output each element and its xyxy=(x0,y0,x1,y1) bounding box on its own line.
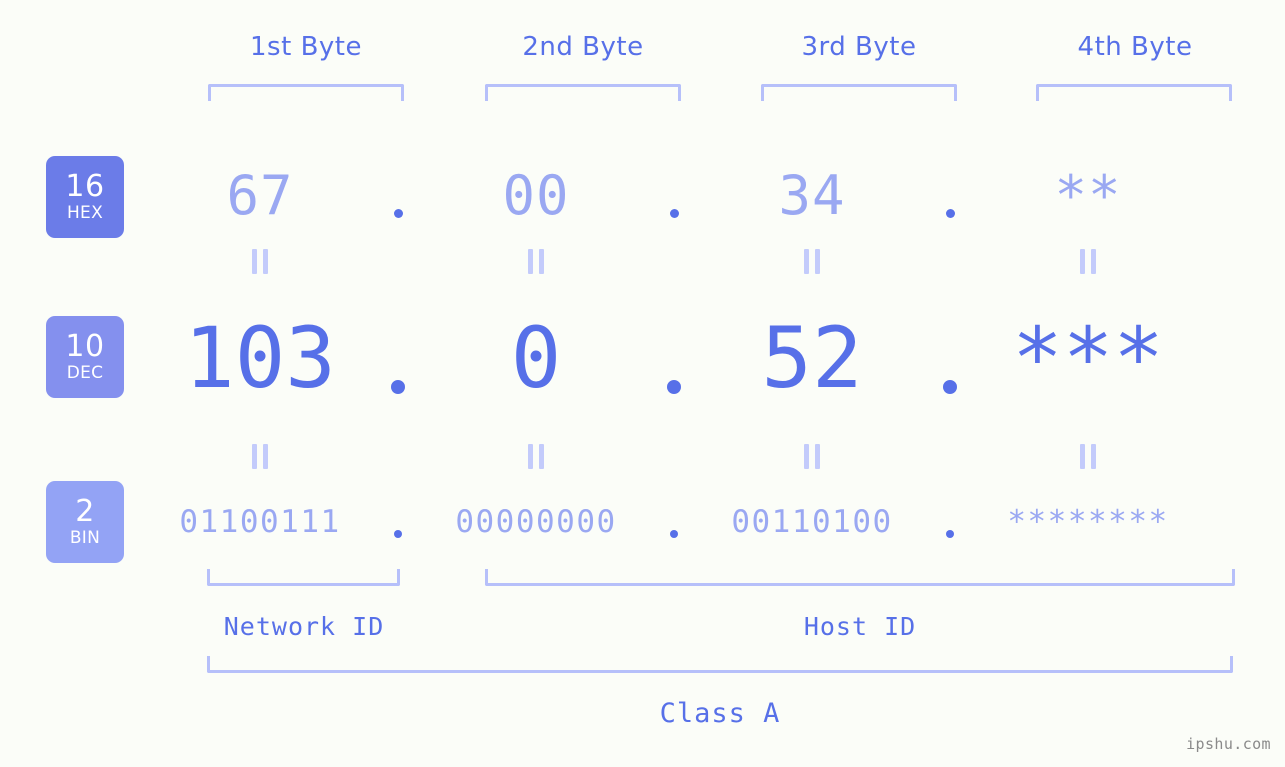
hex-separator-1 xyxy=(380,191,416,218)
bin-byte-1: 01100111 xyxy=(179,504,341,540)
dec-separator-1 xyxy=(380,351,416,394)
hex-value-row: 67 00 34 ** xyxy=(140,150,1245,240)
hex-separator-3 xyxy=(932,191,968,218)
dec-value-row: 103 0 52 *** xyxy=(140,300,1245,416)
hex-byte-1: 67 xyxy=(226,163,294,227)
byte-bracket-1 xyxy=(208,84,404,101)
base-badge-bin-system: BIN xyxy=(69,528,101,548)
bin-separator-3 xyxy=(932,518,968,538)
equality-row-hex-dec xyxy=(140,246,1245,276)
dec-separator-2 xyxy=(656,351,692,394)
hex-separator-2 xyxy=(656,191,692,218)
base-badge-dec-number: 10 xyxy=(65,329,105,364)
dec-byte-1: 103 xyxy=(184,309,336,407)
equality-mark-8 xyxy=(968,443,1208,469)
hex-byte-4: ** xyxy=(1054,163,1122,227)
bin-value-row: 01100111 00000000 00110100 ******** xyxy=(140,487,1245,557)
bin-byte-3: 00110100 xyxy=(731,504,893,540)
class-bracket xyxy=(207,656,1233,673)
base-badge-dec[interactable]: 10 DEC xyxy=(46,316,124,398)
hex-byte-2: 00 xyxy=(502,163,570,227)
equality-mark-3 xyxy=(692,248,932,274)
equality-mark-4 xyxy=(968,248,1208,274)
bin-separator-1 xyxy=(380,518,416,538)
base-badge-bin[interactable]: 2 BIN xyxy=(46,481,124,563)
hex-byte-3: 34 xyxy=(778,163,846,227)
dec-separator-3 xyxy=(932,351,968,394)
base-badge-bin-number: 2 xyxy=(75,494,95,529)
bin-separator-2 xyxy=(656,518,692,538)
class-label: Class A xyxy=(659,698,781,729)
ip-address-breakdown-diagram: 1st Byte 2nd Byte 3rd Byte 4th Byte 16 H… xyxy=(0,0,1285,767)
bin-byte-4: ******** xyxy=(1007,504,1169,540)
network-id-label: Network ID xyxy=(223,612,385,641)
base-badge-hex-system: HEX xyxy=(66,203,104,223)
byte-bracket-2 xyxy=(485,84,681,101)
byte-header-3: 3rd Byte xyxy=(801,32,917,62)
network-id-bracket xyxy=(207,569,400,586)
byte-bracket-4 xyxy=(1036,84,1232,101)
site-watermark: ipshu.com xyxy=(1186,735,1271,753)
byte-header-2: 2nd Byte xyxy=(522,32,644,62)
base-badge-hex-number: 16 xyxy=(65,169,105,204)
dec-byte-2: 0 xyxy=(510,309,562,407)
base-badge-dec-system: DEC xyxy=(66,363,104,383)
equality-mark-6 xyxy=(416,443,656,469)
equality-mark-5 xyxy=(140,443,380,469)
byte-bracket-3 xyxy=(761,84,957,101)
dec-byte-3: 52 xyxy=(761,309,863,407)
host-id-label: Host ID xyxy=(803,612,917,641)
equality-mark-7 xyxy=(692,443,932,469)
equality-row-dec-bin xyxy=(140,441,1245,471)
base-badge-hex[interactable]: 16 HEX xyxy=(46,156,124,238)
dec-byte-4: *** xyxy=(1012,309,1164,407)
byte-header-1: 1st Byte xyxy=(250,32,362,62)
equality-mark-1 xyxy=(140,248,380,274)
bin-byte-2: 00000000 xyxy=(455,504,617,540)
equality-mark-2 xyxy=(416,248,656,274)
host-id-bracket xyxy=(485,569,1235,586)
byte-header-4: 4th Byte xyxy=(1077,32,1193,62)
